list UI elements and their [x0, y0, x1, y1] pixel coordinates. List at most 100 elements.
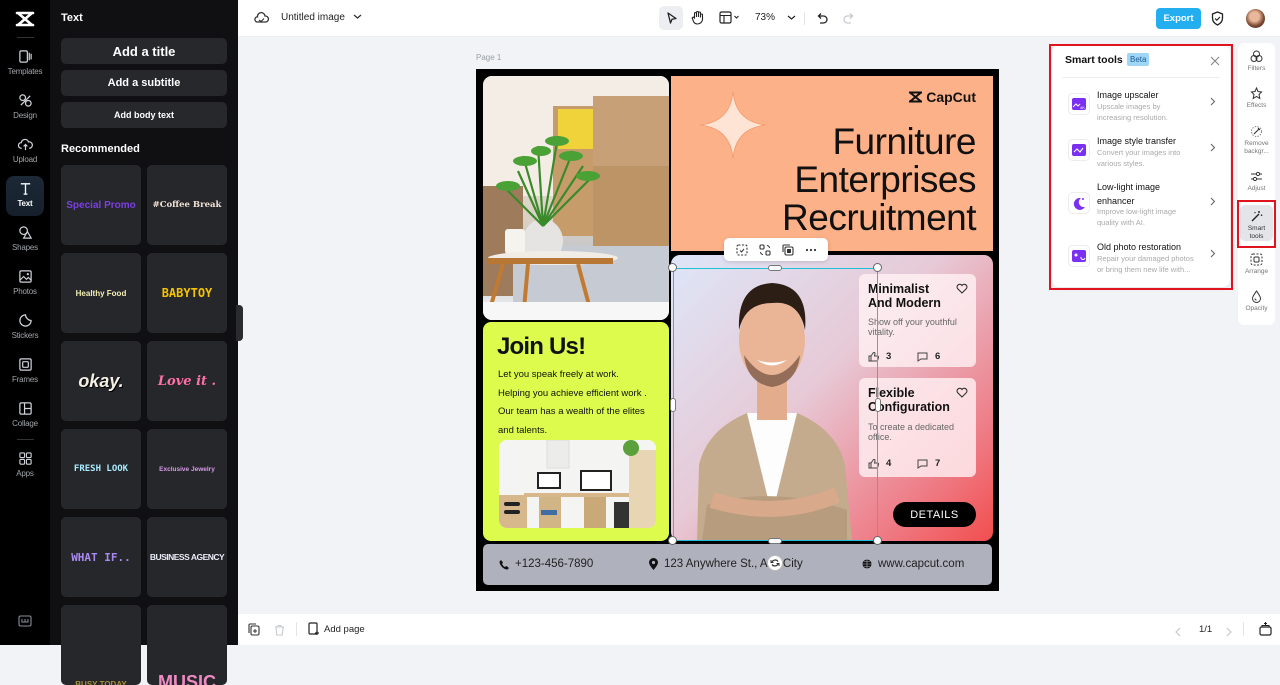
tool-image-upscaler[interactable]: 4K Image upscaler Upscale images by incre… — [1062, 88, 1222, 126]
rail-item-text[interactable]: Text — [6, 176, 44, 216]
details-button[interactable]: DETAILS — [893, 502, 976, 527]
thumbs-up-icon — [868, 351, 879, 361]
text-style-card[interactable]: BUSINESS AGENCY — [147, 517, 227, 597]
heart-icon[interactable] — [956, 387, 968, 398]
text-style-card[interactable]: WHAT IF.. — [61, 517, 141, 597]
hand-tool-button[interactable] — [691, 10, 704, 25]
user-avatar[interactable] — [1246, 9, 1265, 28]
living-room-photo[interactable] — [483, 76, 669, 320]
add-title-button[interactable]: Add a title — [61, 38, 227, 64]
text-style-card[interactable]: Special Promo — [61, 165, 141, 245]
add-body-text-button[interactable]: Add body text — [61, 102, 227, 128]
feature-description: Show off your youthful vitality. — [868, 317, 957, 337]
rail-item-stickers[interactable]: Stickers — [6, 308, 44, 348]
page-label: Page 1 — [476, 53, 502, 62]
text-style-card[interactable]: Healthy Food — [61, 253, 141, 333]
sidebar-item-arrange[interactable]: Arrange — [1240, 253, 1273, 276]
text-style-card[interactable]: BUSY TODAY — [61, 605, 141, 685]
duplicate-button[interactable] — [781, 243, 794, 256]
rail-item-design[interactable]: Design — [6, 88, 44, 128]
resize-handle-bottom[interactable] — [768, 538, 782, 544]
cloud-sync-icon[interactable] — [254, 11, 269, 24]
text-style-card[interactable]: BABYTOY — [147, 253, 227, 333]
title-dropdown-chevron-icon[interactable] — [353, 13, 362, 20]
text-style-card[interactable]: Exclusive Jewelry — [147, 429, 227, 509]
text-style-card[interactable]: Love it . — [147, 341, 227, 421]
select-tool-button[interactable] — [659, 6, 683, 30]
add-page-button[interactable]: Add page — [308, 622, 365, 636]
rail-item-templates[interactable]: Templates — [6, 44, 44, 84]
tool-old-photo-restoration[interactable]: Old photo restoration Repair your damage… — [1062, 240, 1222, 278]
sidebar-item-smart-tools[interactable]: Smart tools — [1240, 205, 1273, 241]
text-style-card[interactable]: FRESH LOOK — [61, 429, 141, 509]
shield-check-icon[interactable] — [1211, 11, 1224, 26]
smiling-man-photo[interactable] — [687, 265, 857, 541]
replace-button[interactable] — [758, 243, 771, 256]
like-count[interactable]: 4 — [868, 458, 891, 469]
capcut-logo-icon — [909, 91, 923, 103]
resize-handle-top[interactable] — [768, 265, 782, 271]
resize-handle-bottom-right[interactable] — [873, 536, 882, 545]
undo-icon — [817, 13, 828, 24]
resize-handle-left[interactable] — [670, 398, 676, 412]
keyboard-shortcuts-icon[interactable] — [18, 614, 32, 632]
feature-card[interactable]: Minimalist And Modern Show off your youth… — [859, 274, 976, 367]
page-copy-button[interactable] — [248, 623, 260, 641]
undo-button[interactable] — [816, 12, 828, 25]
zoom-dropdown-chevron-icon[interactable] — [787, 14, 796, 21]
feature-card[interactable]: Flexible Configuration To create a dedica… — [859, 378, 976, 477]
resize-handle-top-left[interactable] — [668, 263, 677, 272]
like-count[interactable]: 3 — [868, 351, 891, 362]
arrange-icon — [1250, 253, 1263, 266]
close-smart-tools-button[interactable] — [1210, 53, 1220, 71]
text-panel: Text Add a title Add a subtitle Add body… — [50, 0, 238, 685]
delete-page-button[interactable] — [274, 623, 285, 641]
rail-item-upload[interactable]: Upload — [6, 132, 44, 172]
rail-item-photos[interactable]: Photos — [6, 264, 44, 304]
design-canvas[interactable]: CapCut Furniture Enterprises Recruitment… — [476, 69, 999, 591]
rail-item-frames[interactable]: Frames — [6, 352, 44, 392]
add-subtitle-button[interactable]: Add a subtitle — [61, 70, 227, 96]
pages-overview-button[interactable] — [1259, 621, 1272, 641]
export-button[interactable]: Export — [1156, 8, 1201, 29]
text-style-card[interactable]: #Coffee Break — [147, 165, 227, 245]
stickers-icon — [18, 314, 32, 327]
sidebar-item-remove-background[interactable]: Remove backgr... — [1240, 125, 1273, 155]
redo-button[interactable] — [843, 12, 855, 25]
office-photo[interactable] — [499, 440, 656, 528]
text-style-card[interactable]: okay. — [61, 341, 141, 421]
comment-count[interactable]: 6 — [917, 351, 940, 362]
rail-item-collage[interactable]: Collage — [6, 396, 44, 436]
heart-icon[interactable] — [956, 283, 968, 294]
crop-select-button[interactable] — [735, 243, 748, 256]
capcut-logo[interactable] — [13, 8, 37, 30]
tool-image-style-transfer[interactable]: Image style transfer Convert your images… — [1062, 134, 1222, 172]
resize-handle-bottom-left[interactable] — [668, 536, 677, 545]
text-style-card[interactable]: MUSIC — [147, 605, 227, 685]
element-floating-toolbar — [724, 238, 828, 261]
upload-cloud-icon — [17, 138, 33, 151]
next-page-button[interactable] — [1226, 624, 1232, 642]
previous-page-button[interactable] — [1175, 624, 1181, 642]
more-options-button[interactable] — [805, 248, 817, 252]
panel-title: Text — [61, 12, 83, 24]
resize-handle-right[interactable] — [875, 398, 881, 412]
document-title[interactable]: Untitled image — [281, 12, 345, 23]
sidebar-item-effects[interactable]: Effects — [1240, 87, 1273, 110]
sidebar-item-filters[interactable]: Filters — [1240, 50, 1273, 73]
rail-item-shapes[interactable]: Shapes — [6, 220, 44, 260]
rail-item-apps[interactable]: Apps — [6, 446, 44, 486]
smart-tools-title: Smart tools — [1065, 54, 1123, 66]
resize-handle-top-right[interactable] — [873, 263, 882, 272]
add-page-icon — [308, 622, 319, 635]
sidebar-item-adjust[interactable]: Adjust — [1240, 170, 1273, 193]
page-indicator: 1/1 — [1199, 624, 1213, 635]
swap-icon — [758, 243, 771, 256]
panel-collapse-handle[interactable] — [236, 305, 243, 341]
comment-count[interactable]: 7 — [917, 458, 940, 469]
layout-dropdown-button[interactable] — [719, 11, 741, 24]
tool-low-light-enhancer[interactable]: Low-light image enhancer Improve low-ligh… — [1062, 180, 1222, 232]
zoom-level[interactable]: 73% — [755, 12, 775, 23]
sidebar-item-opacity[interactable]: Opacity — [1240, 290, 1273, 313]
rotate-handle[interactable] — [767, 555, 783, 571]
